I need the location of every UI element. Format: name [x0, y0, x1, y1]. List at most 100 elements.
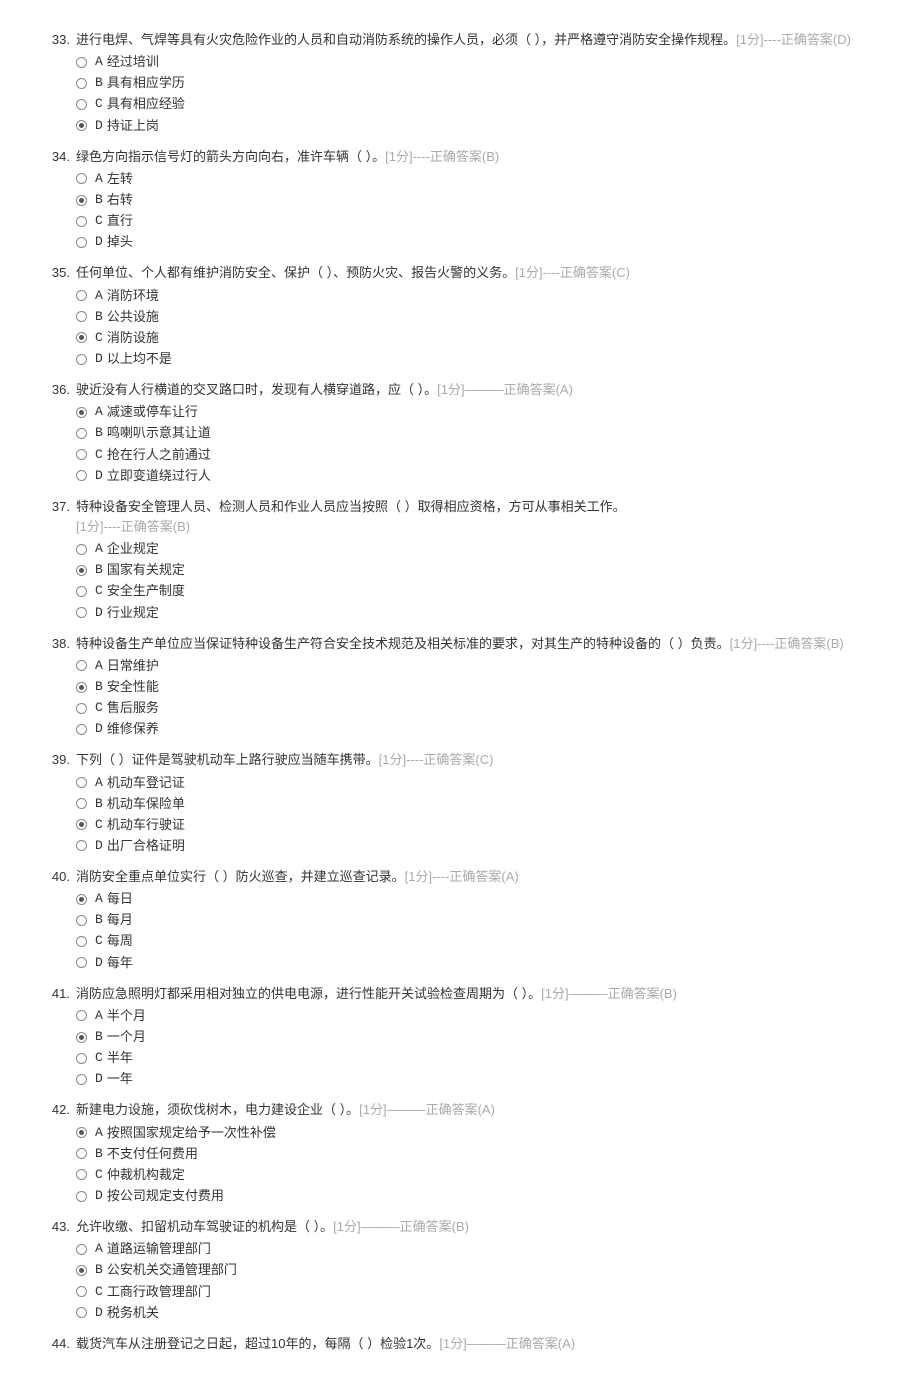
option-C[interactable]: C半年: [76, 1048, 880, 1068]
radio-icon[interactable]: [76, 1169, 87, 1180]
option-B[interactable]: B公共设施: [76, 307, 880, 327]
option-A[interactable]: A经过培训: [76, 52, 880, 72]
option-text: 出厂合格证明: [107, 836, 185, 856]
radio-icon[interactable]: [76, 407, 87, 418]
option-C[interactable]: C具有相应经验: [76, 94, 880, 114]
radio-icon[interactable]: [76, 1010, 87, 1021]
option-A[interactable]: A减速或停车让行: [76, 402, 880, 422]
radio-icon[interactable]: [76, 173, 87, 184]
option-C[interactable]: C抢在行人之前通过: [76, 445, 880, 465]
radio-icon[interactable]: [76, 120, 87, 131]
radio-icon[interactable]: [76, 565, 87, 576]
option-A[interactable]: A企业规定: [76, 539, 880, 559]
option-text: 抢在行人之前通过: [107, 445, 211, 465]
option-A[interactable]: A消防环境: [76, 286, 880, 306]
option-letter: C: [95, 1048, 103, 1068]
radio-icon[interactable]: [76, 1053, 87, 1064]
option-B[interactable]: B机动车保险单: [76, 794, 880, 814]
option-A[interactable]: A每日: [76, 889, 880, 909]
option-D[interactable]: D维修保养: [76, 719, 880, 739]
radio-icon[interactable]: [76, 1286, 87, 1297]
radio-icon[interactable]: [76, 237, 87, 248]
option-D[interactable]: D按公司规定支付费用: [76, 1186, 880, 1206]
radio-icon[interactable]: [76, 78, 87, 89]
option-A[interactable]: A按照国家规定给予一次性补偿: [76, 1123, 880, 1143]
radio-icon[interactable]: [76, 1191, 87, 1202]
radio-icon[interactable]: [76, 216, 87, 227]
option-text: 一个月: [107, 1027, 146, 1047]
option-B[interactable]: B一个月: [76, 1027, 880, 1047]
option-letter: C: [95, 815, 103, 835]
radio-icon[interactable]: [76, 1032, 87, 1043]
radio-icon[interactable]: [76, 1074, 87, 1085]
option-text: 立即变道绕过行人: [107, 466, 211, 486]
option-C[interactable]: C直行: [76, 211, 880, 231]
radio-icon[interactable]: [76, 660, 87, 671]
radio-icon[interactable]: [76, 915, 87, 926]
option-C[interactable]: C工商行政管理部门: [76, 1282, 880, 1302]
option-A[interactable]: A半个月: [76, 1006, 880, 1026]
option-letter: A: [95, 286, 103, 306]
radio-icon[interactable]: [76, 936, 87, 947]
radio-icon[interactable]: [76, 449, 87, 460]
option-B[interactable]: B不支付任何费用: [76, 1144, 880, 1164]
option-C[interactable]: C售后服务: [76, 698, 880, 718]
radio-icon[interactable]: [76, 682, 87, 693]
option-A[interactable]: A道路运输管理部门: [76, 1239, 880, 1259]
option-B[interactable]: B安全性能: [76, 677, 880, 697]
radio-icon[interactable]: [76, 332, 87, 343]
radio-icon[interactable]: [76, 1244, 87, 1255]
option-B[interactable]: B具有相应学历: [76, 73, 880, 93]
radio-icon[interactable]: [76, 819, 87, 830]
option-D[interactable]: D一年: [76, 1069, 880, 1089]
option-B[interactable]: B右转: [76, 190, 880, 210]
radio-icon[interactable]: [76, 428, 87, 439]
option-C[interactable]: C安全生产制度: [76, 581, 880, 601]
option-D[interactable]: D每年: [76, 953, 880, 973]
option-D[interactable]: D以上均不是: [76, 349, 880, 369]
option-B[interactable]: B公安机关交通管理部门: [76, 1260, 880, 1280]
radio-icon[interactable]: [76, 586, 87, 597]
option-A[interactable]: A左转: [76, 169, 880, 189]
radio-icon[interactable]: [76, 57, 87, 68]
option-D[interactable]: D掉头: [76, 232, 880, 252]
option-C[interactable]: C机动车行驶证: [76, 815, 880, 835]
radio-icon[interactable]: [76, 607, 87, 618]
option-letter: A: [95, 1123, 103, 1143]
radio-icon[interactable]: [76, 311, 87, 322]
radio-icon[interactable]: [76, 1148, 87, 1159]
option-B[interactable]: B每月: [76, 910, 880, 930]
radio-icon[interactable]: [76, 840, 87, 851]
option-A[interactable]: A机动车登记证: [76, 773, 880, 793]
radio-icon[interactable]: [76, 195, 87, 206]
option-B[interactable]: B国家有关规定: [76, 560, 880, 580]
question-41: 41.消防应急照明灯都采用相对独立的供电电源，进行性能开关试验检查周期为（ ）。…: [40, 984, 880, 1091]
option-text: 机动车保险单: [107, 794, 185, 814]
radio-icon[interactable]: [76, 470, 87, 481]
option-D[interactable]: D行业规定: [76, 603, 880, 623]
option-D[interactable]: D持证上岗: [76, 116, 880, 136]
radio-icon[interactable]: [76, 777, 87, 788]
option-C[interactable]: C消防设施: [76, 328, 880, 348]
option-D[interactable]: D立即变道绕过行人: [76, 466, 880, 486]
radio-icon[interactable]: [76, 1307, 87, 1318]
option-C[interactable]: C仲裁机构裁定: [76, 1165, 880, 1185]
radio-icon[interactable]: [76, 957, 87, 968]
radio-icon[interactable]: [76, 544, 87, 555]
radio-icon[interactable]: [76, 1127, 87, 1138]
radio-icon[interactable]: [76, 1265, 87, 1276]
option-D[interactable]: D税务机关: [76, 1303, 880, 1323]
radio-icon[interactable]: [76, 894, 87, 905]
radio-icon[interactable]: [76, 724, 87, 735]
option-D[interactable]: D出厂合格证明: [76, 836, 880, 856]
radio-icon[interactable]: [76, 354, 87, 365]
radio-icon[interactable]: [76, 703, 87, 714]
option-text: 左转: [107, 169, 133, 189]
option-A[interactable]: A日常维护: [76, 656, 880, 676]
radio-icon[interactable]: [76, 290, 87, 301]
option-C[interactable]: C每周: [76, 931, 880, 951]
option-B[interactable]: B鸣喇叭示意其让道: [76, 423, 880, 443]
option-letter: A: [95, 656, 103, 676]
radio-icon[interactable]: [76, 798, 87, 809]
radio-icon[interactable]: [76, 99, 87, 110]
